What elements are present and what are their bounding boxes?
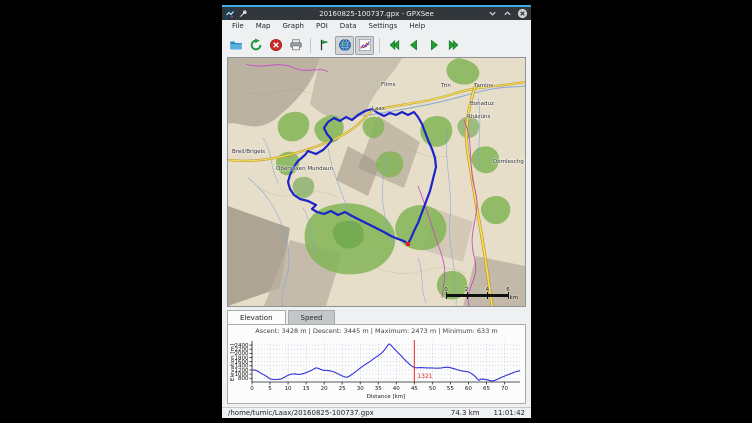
svg-text:40: 40 (393, 386, 400, 392)
scalebar-unit: km (509, 295, 518, 301)
first-track-button[interactable] (384, 36, 403, 55)
elevation-chart: 0510152025303540455055606570800100012001… (228, 338, 525, 402)
previous-icon (407, 38, 421, 52)
menu-map[interactable]: Map (250, 20, 277, 33)
printer-icon (289, 38, 303, 52)
chevron-down-icon (488, 9, 497, 18)
svg-text:70: 70 (501, 386, 508, 392)
graph-icon (358, 38, 372, 52)
toolbar-separator (310, 38, 311, 53)
last-track-button[interactable] (444, 36, 463, 55)
map-label: Breil/Brigels (232, 149, 265, 155)
svg-text:65: 65 (483, 386, 490, 392)
svg-text:25: 25 (339, 386, 346, 392)
svg-text:50: 50 (429, 386, 436, 392)
reload-icon (249, 38, 263, 52)
minimize-button[interactable] (487, 8, 498, 19)
statusbar: /home/tumic/Laax/20160825-100737.gpx 74.… (222, 407, 531, 418)
titlebar[interactable]: 20160825-100737.gpx - GPXSee (222, 7, 531, 20)
svg-text:5: 5 (268, 386, 272, 392)
skip-last-icon (447, 38, 461, 52)
elevation-graph-pane[interactable]: Ascent: 3428 m | Descent: 3445 m | Maxim… (227, 324, 526, 404)
globe-icon (338, 38, 352, 52)
svg-text:10: 10 (285, 386, 292, 392)
close-file-button[interactable] (266, 36, 285, 55)
svg-text:1321: 1321 (417, 373, 432, 380)
track-distance: 74.3 km (451, 409, 480, 417)
next-icon (427, 38, 441, 52)
map-label: Bonaduz (470, 101, 494, 107)
toolbar-separator (379, 38, 380, 53)
svg-text:55: 55 (447, 386, 454, 392)
show-poi-button[interactable] (315, 36, 334, 55)
map-label: Obersaxen Mundaun (276, 166, 333, 172)
close-circle-icon (269, 38, 283, 52)
track-time: 11:01:42 (494, 409, 525, 417)
svg-text:30: 30 (357, 386, 364, 392)
menu-file[interactable]: File (226, 20, 250, 33)
next-track-button[interactable] (424, 36, 443, 55)
pin-icon[interactable] (238, 9, 248, 19)
flag-icon (318, 38, 332, 52)
previous-track-button[interactable] (404, 36, 423, 55)
open-file-button[interactable] (226, 36, 245, 55)
menu-graph[interactable]: Graph (277, 20, 310, 33)
topo-map (228, 58, 525, 306)
map-label: Trin (441, 83, 451, 89)
svg-text:35: 35 (375, 386, 382, 392)
app-icon (225, 9, 235, 19)
map-scalebar: 0246 km (446, 287, 518, 301)
svg-text:Distance [km]: Distance [km] (367, 394, 406, 400)
svg-text:2400: 2400 (235, 343, 249, 349)
map-label: Domleschg (493, 159, 524, 165)
window-title: 20160825-100737.gpx - GPXSee (319, 10, 434, 18)
close-icon (517, 8, 528, 19)
map-label: Laax (372, 106, 385, 112)
svg-text:Elevation [m]: Elevation [m] (230, 344, 236, 381)
skip-first-icon (387, 38, 401, 52)
menu-settings[interactable]: Settings (363, 20, 404, 33)
chevron-up-icon (503, 9, 512, 18)
menubar: File Map Graph POI Data Settings Help (222, 20, 531, 33)
svg-text:45: 45 (411, 386, 418, 392)
menu-data[interactable]: Data (334, 20, 363, 33)
svg-text:20: 20 (321, 386, 328, 392)
map-label: Rhäzüns (467, 114, 490, 120)
map-view[interactable]: Breil/Brigels Obersaxen Mundaun Laax Flims T… (227, 57, 526, 307)
tab-speed[interactable]: Speed (288, 310, 336, 325)
gpxsee-window: 20160825-100737.gpx - GPXSee File Map Gr… (222, 5, 531, 418)
close-button[interactable] (517, 8, 528, 19)
graph-tabbar: Elevation Speed (227, 309, 526, 325)
map-label: Flims (381, 82, 395, 88)
svg-text:60: 60 (465, 386, 472, 392)
show-map-button[interactable] (335, 36, 354, 55)
svg-text:15: 15 (303, 386, 310, 392)
toolbar (222, 33, 531, 57)
print-button[interactable] (286, 36, 305, 55)
reload-button[interactable] (246, 36, 265, 55)
map-label: Tamins (474, 83, 493, 89)
maximize-button[interactable] (502, 8, 513, 19)
svg-text:0: 0 (250, 386, 254, 392)
show-graphs-button[interactable] (355, 36, 374, 55)
graph-stats: Ascent: 3428 m | Descent: 3445 m | Maxim… (228, 325, 525, 338)
track-position-marker (406, 242, 410, 246)
menu-poi[interactable]: POI (310, 20, 334, 33)
menu-help[interactable]: Help (403, 20, 431, 33)
tab-elevation[interactable]: Elevation (227, 310, 286, 325)
folder-icon (229, 38, 243, 52)
file-path: /home/tumic/Laax/20160825-100737.gpx (228, 409, 451, 417)
